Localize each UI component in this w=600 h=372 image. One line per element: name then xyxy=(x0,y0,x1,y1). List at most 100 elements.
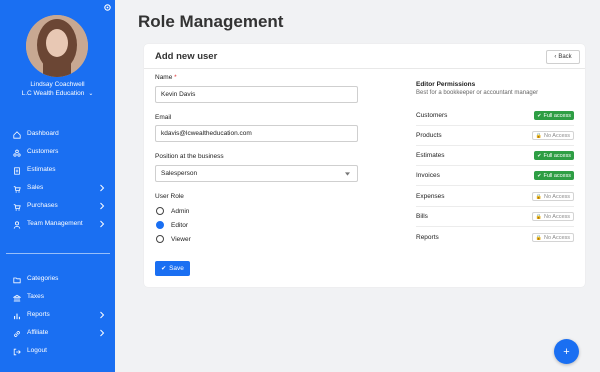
home-icon xyxy=(13,131,21,139)
logout-icon xyxy=(13,348,21,356)
role-label: Editor xyxy=(171,221,188,229)
sidebar-item-team-management[interactable]: Team Management xyxy=(0,217,115,232)
save-label: Save xyxy=(169,265,184,272)
sidebar-item-label: Reports xyxy=(27,311,50,318)
permission-name: Bills xyxy=(416,213,428,220)
permission-row: Products 🔒 No Access xyxy=(416,126,574,146)
permission-name: Reports xyxy=(416,234,439,241)
permission-name: Customers xyxy=(416,112,448,119)
sidebar-item-label: Dashboard xyxy=(27,130,59,137)
back-button[interactable]: ‹ Back xyxy=(546,50,580,64)
role-label: Admin xyxy=(171,207,190,215)
permission-row: Invoices ✔ Full access xyxy=(416,166,574,186)
role-radio-editor[interactable]: Editor xyxy=(156,220,188,230)
sidebar-item-categories[interactable]: Categories xyxy=(0,272,115,287)
badge-label: Full access xyxy=(543,172,571,179)
sidebar-divider xyxy=(6,253,110,254)
card-header: Add new user ‹ Back xyxy=(144,44,585,69)
sidebar-item-purchases[interactable]: Purchases xyxy=(0,199,115,214)
check-icon: ✔ xyxy=(537,172,542,179)
user-role-label: User Role xyxy=(155,193,184,200)
sidebar-item-sales[interactable]: Sales xyxy=(0,181,115,196)
position-select[interactable]: Salesperson xyxy=(155,165,358,182)
permission-row: Bills 🔒 No Access xyxy=(416,207,574,227)
sidebar-item-label: Customers xyxy=(27,148,59,155)
sidebar-item-label: Estimates xyxy=(27,166,56,173)
chevron-right-icon xyxy=(100,329,105,337)
full-access-badge: ✔ Full access xyxy=(534,111,574,120)
sidebar-item-label: Sales xyxy=(27,184,44,191)
name-value: Kevin Davis xyxy=(161,91,196,98)
back-label: Back xyxy=(558,54,572,60)
role-label: Viewer xyxy=(171,235,191,243)
badge-label: No Access xyxy=(544,234,570,241)
permission-row: Reports 🔒 No Access xyxy=(416,228,574,248)
email-label: Email xyxy=(155,114,172,121)
permission-name: Invoices xyxy=(416,172,440,179)
sidebar-item-label: Taxes xyxy=(27,293,44,300)
no-access-badge: 🔒 No Access xyxy=(531,212,574,221)
sidebar-item-dashboard[interactable]: Dashboard xyxy=(0,127,115,142)
lock-icon: 🔒 xyxy=(535,213,543,220)
badge-label: Full access xyxy=(543,112,571,119)
full-access-badge: ✔ Full access xyxy=(534,171,574,180)
radio-icon xyxy=(156,235,164,243)
sidebar-item-taxes[interactable]: Taxes xyxy=(0,290,115,305)
lock-icon: 🔒 xyxy=(535,234,543,241)
badge-label: No Access xyxy=(544,132,570,139)
gear-icon[interactable] xyxy=(103,3,112,12)
chevron-right-icon xyxy=(100,220,105,228)
sidebar-item-customers[interactable]: Customers xyxy=(0,145,115,160)
company-name: L.C Wealth Education xyxy=(21,90,85,97)
sidebar-item-reports[interactable]: Reports xyxy=(0,308,115,323)
lock-icon: 🔒 xyxy=(535,132,543,139)
sidebar-item-label: Affiliate xyxy=(27,329,49,336)
role-radio-viewer[interactable]: Viewer xyxy=(156,234,191,244)
company-switcher[interactable]: L.C Wealth Education ⌄ xyxy=(0,90,115,97)
check-icon: ✔ xyxy=(161,266,167,272)
add-user-card: Add new user ‹ Back Name * Kevin Davis E… xyxy=(144,44,585,287)
document-icon xyxy=(14,167,20,175)
chart-icon xyxy=(14,313,20,320)
chevron-right-icon xyxy=(100,202,105,210)
sidebar-item-logout[interactable]: Logout xyxy=(0,344,115,359)
sidebar-item-label: Logout xyxy=(27,347,47,354)
chevron-right-icon xyxy=(100,311,105,319)
plus-icon: + xyxy=(563,345,570,358)
name-field[interactable]: Kevin Davis xyxy=(155,86,358,103)
link-icon xyxy=(14,331,20,337)
permission-name: Expenses xyxy=(416,193,445,200)
add-button[interactable]: + xyxy=(554,339,579,364)
badge-label: Full access xyxy=(543,152,571,159)
cart-icon xyxy=(13,186,21,193)
save-button[interactable]: ✔ Save xyxy=(155,261,190,276)
full-access-badge: ✔ Full access xyxy=(534,151,574,160)
radio-checked-icon xyxy=(156,221,164,229)
sidebar-item-estimates[interactable]: Estimates xyxy=(0,163,115,178)
folder-icon xyxy=(13,277,21,284)
chevron-down-icon: ⌄ xyxy=(88,91,94,97)
check-icon: ✔ xyxy=(537,112,542,119)
no-access-badge: 🔒 No Access xyxy=(531,233,574,242)
badge-label: No Access xyxy=(544,213,570,220)
role-radio-admin[interactable]: Admin xyxy=(156,206,189,216)
permissions-title: Editor Permissions xyxy=(416,81,476,88)
permissions-subtitle: Best for a bookkeeper or accountant mana… xyxy=(416,90,539,96)
radio-icon xyxy=(156,207,164,215)
permission-row: Expenses 🔒 No Access xyxy=(416,187,574,207)
card-title: Add new user xyxy=(155,51,218,62)
users-icon xyxy=(13,149,21,157)
name-label-text: Name xyxy=(155,74,173,81)
check-icon: ✔ xyxy=(537,152,542,159)
no-access-badge: 🔒 No Access xyxy=(531,192,574,201)
permission-row: Customers ✔ Full access xyxy=(416,106,574,126)
no-access-badge: 🔒 No Access xyxy=(531,131,574,140)
sidebar-item-label: Categories xyxy=(27,275,59,282)
sidebar-item-affiliate[interactable]: Affiliate xyxy=(0,326,115,341)
caret-down-icon xyxy=(345,172,350,176)
cart-icon xyxy=(13,204,21,211)
email-field[interactable]: kdavis@lcwealtheducation.com xyxy=(155,125,358,142)
required-marker: * xyxy=(174,74,177,81)
position-value: Salesperson xyxy=(161,170,198,177)
sidebar: Lindsay Coachwell L.C Wealth Education ⌄ … xyxy=(0,0,115,372)
